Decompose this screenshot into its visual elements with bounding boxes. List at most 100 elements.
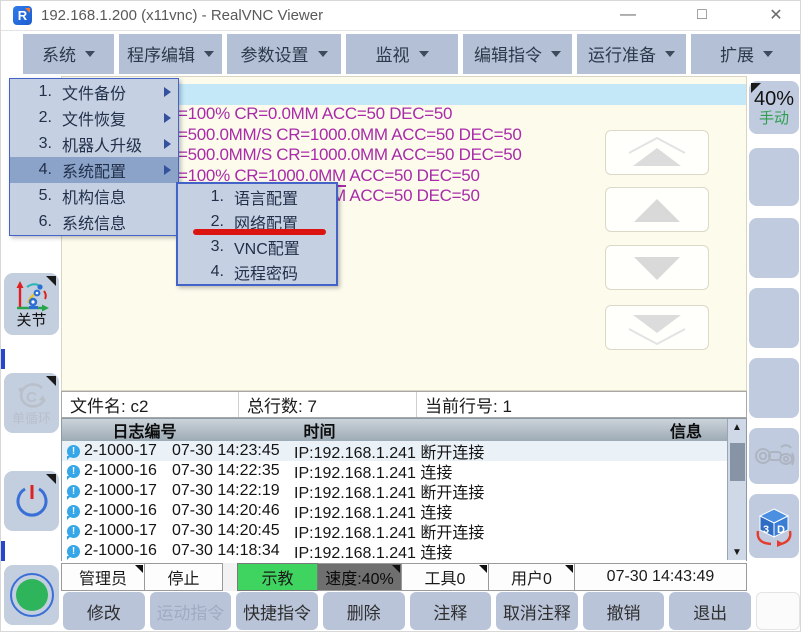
log-time: 07-30 14:20:45: [172, 522, 294, 540]
scroll-down-icon[interactable]: ▼: [732, 544, 742, 560]
menu-item-file-restore[interactable]: 2. 文件恢复: [10, 105, 178, 131]
menu-program-edit[interactable]: 程序编辑: [119, 34, 222, 74]
cycle-button-label: 单循环: [12, 412, 51, 426]
line-up-button[interactable]: [605, 187, 709, 232]
menu-extension[interactable]: 扩展: [691, 34, 801, 74]
realvnc-window: R 192.168.1.200 (x11vnc) - RealVNC Viewe…: [0, 0, 801, 632]
log-row[interactable]: ! 2-1000-16 07-30 14:22:35 IP:192.168.1.…: [62, 461, 746, 481]
menu-parameter-settings-label: 参数设置: [241, 41, 309, 66]
comment-button[interactable]: 注释: [410, 592, 492, 630]
exit-button[interactable]: 退出: [669, 592, 751, 630]
menu-edit-instruction-label: 编辑指令: [474, 41, 542, 66]
menu-item-system-info[interactable]: 6. 系统信息: [10, 209, 178, 235]
joint-coordinate-button[interactable]: 关节: [4, 273, 59, 335]
pendant-button[interactable]: [749, 428, 799, 484]
menu-item-robot-upgrade[interactable]: 3. 机器人升级: [10, 131, 178, 157]
power-icon: [13, 482, 51, 520]
log-row[interactable]: ! 2-1000-16 07-30 14:18:34 IP:192.168.1.…: [62, 541, 746, 561]
menu-item-file-backup[interactable]: 1. 文件备份: [10, 79, 178, 105]
menu-run-prepare-label: 运行准备: [588, 41, 656, 66]
double-chevron-up-icon: [607, 133, 707, 173]
menu-bar: 系统 程序编辑 参数设置 监视 编辑指令 运行准备 扩展: [1, 31, 801, 76]
user-frame-status[interactable]: 用户0: [489, 563, 575, 591]
info-bubble-icon: !: [67, 525, 80, 538]
file-info-bar: 文件名: c2 总行数: 7 当前行号: 1: [61, 391, 747, 418]
panel-button-blank-4[interactable]: [749, 358, 799, 418]
log-row[interactable]: ! 2-1000-17 07-30 14:22:19 IP:192.168.1.…: [62, 481, 746, 501]
log-row[interactable]: ! 2-1000-17 07-30 14:20:45 IP:192.168.1.…: [62, 521, 746, 541]
panel-button-blank-2[interactable]: [749, 218, 799, 278]
chevron-down-icon: [763, 51, 773, 57]
mode-value: 手动: [759, 110, 789, 128]
joint-button-label: 关节: [16, 313, 46, 329]
annotation-red-underline: [193, 229, 326, 235]
triangle-down-icon: [607, 248, 707, 288]
edge-marker: [1, 349, 5, 369]
item-label: 机构信息: [62, 184, 178, 208]
user-role-status[interactable]: 管理员: [61, 563, 145, 591]
item-label: 文件恢复: [62, 106, 164, 130]
submenu-arrow-icon: [164, 165, 171, 175]
submenu-item-vnc-config[interactable]: 3. VNC配置: [178, 234, 336, 259]
uncomment-button[interactable]: 取消注释: [496, 592, 578, 630]
page-down-button[interactable]: [605, 305, 709, 350]
submenu-item-remote-password[interactable]: 4. 远程密码: [178, 259, 336, 284]
delete-button[interactable]: 删除: [323, 592, 405, 630]
log-id: 2-1000-17: [84, 442, 172, 460]
svg-text:C: C: [26, 389, 37, 406]
submenu-item-language-config[interactable]: 1. 语言配置: [178, 184, 336, 209]
menu-item-system-config[interactable]: 4. 系统配置: [10, 157, 178, 183]
line-down-button[interactable]: [605, 245, 709, 290]
program-line[interactable]: =500.0MM/S CR=1000.0MM ACC=50 DEC=50: [178, 145, 522, 166]
motion-command-button: 运动指令: [150, 592, 232, 630]
quick-command-button[interactable]: 快捷指令: [236, 592, 318, 630]
log-info: IP:192.168.1.241 连接: [294, 539, 746, 563]
panel-button-blank-1[interactable]: [749, 148, 799, 206]
realvnc-logo-icon: R: [13, 6, 32, 25]
power-button[interactable]: [4, 471, 59, 531]
menu-run-prepare[interactable]: 运行准备: [577, 34, 686, 74]
log-row[interactable]: ! 2-1000-17 07-30 14:23:45 IP:192.168.1.…: [62, 441, 746, 461]
close-button[interactable]: ✕: [764, 3, 788, 27]
triangle-up-icon: [607, 190, 707, 230]
status-bar: 管理员 停止 示教 速度:40% 工具0 用户0 07-30 14:43:49: [61, 563, 747, 591]
log-table: 日志编号 时间 信息 ! 2-1000-17 07-30 14:23:45 IP…: [61, 418, 747, 561]
item-label: 远程密码: [234, 260, 298, 284]
maximize-button[interactable]: □: [690, 3, 714, 27]
menu-item-mechanism-info[interactable]: 5. 机构信息: [10, 183, 178, 209]
log-row[interactable]: ! 2-1000-16 07-30 14:20:46 IP:192.168.1.…: [62, 501, 746, 521]
item-number: 2.: [30, 109, 52, 127]
submenu-arrow-icon: [164, 87, 171, 97]
tool-status[interactable]: 工具0: [402, 563, 489, 591]
scrollbar-thumb[interactable]: [730, 443, 745, 481]
undo-button[interactable]: 撤销: [583, 592, 665, 630]
item-label: 系统信息: [62, 210, 178, 234]
scroll-up-icon[interactable]: ▲: [732, 419, 742, 435]
teach-mode-status: 示教: [237, 563, 318, 591]
minimize-button[interactable]: —: [616, 3, 640, 27]
chevron-down-icon: [318, 51, 328, 57]
item-number: 6.: [30, 213, 52, 231]
menu-parameter-settings[interactable]: 参数设置: [227, 34, 341, 74]
file-name: 文件名: c2: [62, 392, 239, 417]
speed-status[interactable]: 速度:40%: [318, 563, 402, 591]
page-up-button[interactable]: [605, 130, 709, 175]
item-number: 1.: [204, 188, 224, 206]
program-line[interactable]: =100% CR=0.0MM ACC=50 DEC=50: [178, 104, 522, 125]
run-start-button[interactable]: [4, 565, 59, 625]
current-line-number: 当前行号: 1: [417, 392, 746, 417]
menu-monitor[interactable]: 监视: [346, 34, 458, 74]
view-3d-button[interactable]: 3 D: [749, 494, 799, 558]
log-scrollbar[interactable]: ▲ ▼: [727, 419, 746, 560]
program-line[interactable]: =500.0MM/S CR=1000.0MM ACC=50 DEC=50: [178, 125, 522, 146]
item-label: 语言配置: [234, 185, 298, 209]
panel-button-blank-3[interactable]: [749, 288, 799, 348]
info-bubble-icon: !: [67, 465, 80, 478]
modify-button[interactable]: 修改: [63, 592, 145, 630]
log-id: 2-1000-17: [84, 522, 172, 540]
speed-mode-button[interactable]: 40% 手动: [749, 81, 799, 134]
menu-edit-instruction[interactable]: 编辑指令: [463, 34, 572, 74]
log-id: 2-1000-16: [84, 462, 172, 480]
single-cycle-button[interactable]: C 单循环: [4, 373, 59, 433]
menu-system[interactable]: 系统: [23, 34, 114, 74]
